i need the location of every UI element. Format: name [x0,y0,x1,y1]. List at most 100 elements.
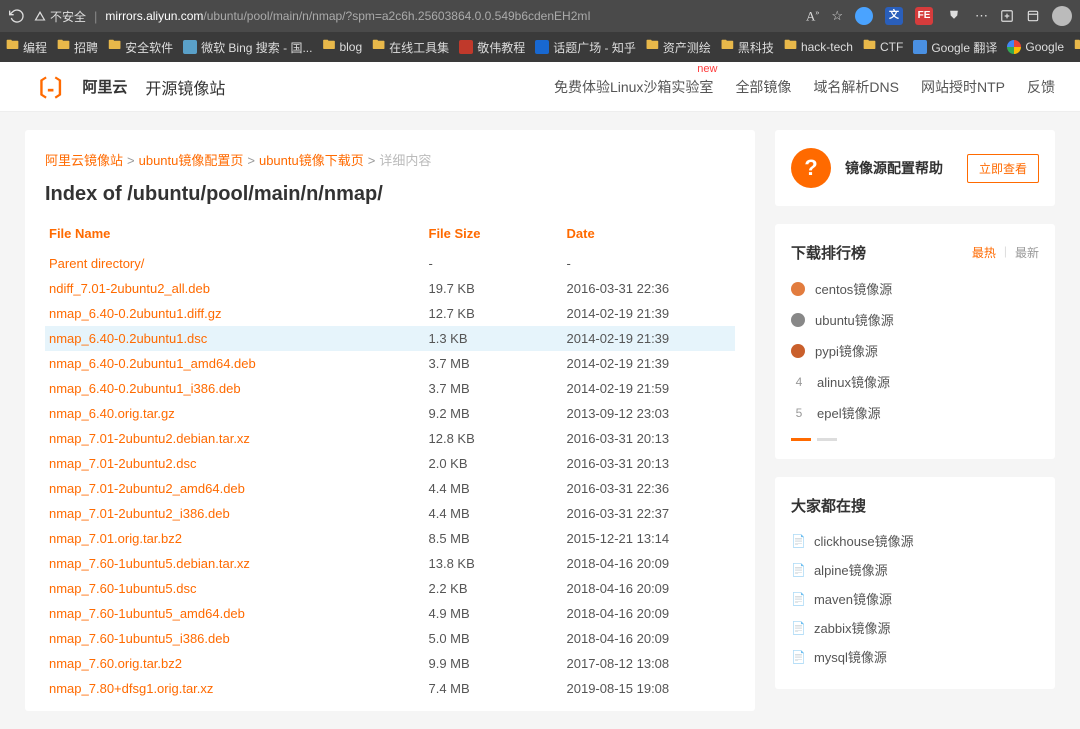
bookmark-item[interactable]: 微软 Bing 搜索 - 国... [183,39,312,56]
favorite-icon[interactable]: ☆ [831,8,843,24]
file-link[interactable]: nmap_7.60-1ubuntu5_amd64.deb [49,606,245,621]
nav-item-0[interactable]: 免费体验Linux沙箱实验室new [554,77,713,97]
ext-blue-dot[interactable] [855,7,873,25]
popular-item[interactable]: 📄maven镜像源 [791,584,1039,613]
file-link[interactable]: nmap_7.01-2ubuntu2.debian.tar.xz [49,431,250,446]
rank-item[interactable]: 4alinux镜像源 [791,366,1039,397]
file-size: 9.2 MB [425,401,563,426]
file-link[interactable]: nmap_7.60-1ubuntu5_i386.deb [49,631,230,646]
bookmark-item[interactable]: Google 翻译 [913,39,997,56]
bookmark-item[interactable]: 敬伟教程 [459,39,525,56]
bookmark-item[interactable]: 🖿资产测绘 [646,36,711,58]
bookmark-item[interactable]: 🖿编程 [6,36,47,58]
file-link[interactable]: nmap_7.80+dfsg1.orig.tar.xz [49,681,213,696]
collections-icon[interactable] [1026,9,1040,23]
rank-title: 下载排行榜 [791,242,866,263]
rank-item[interactable]: pypi镜像源 [791,335,1039,366]
file-link[interactable]: ndiff_7.01-2ubuntu2_all.deb [49,281,210,296]
reload-icon[interactable] [8,7,26,25]
ext-fe[interactable]: FE [915,7,933,25]
bookmark-item[interactable]: 🖿安全软件 [108,36,173,58]
rank-item[interactable]: ubuntu镜像源 [791,304,1039,335]
bookmark-item[interactable]: 🖿招聘 [57,36,98,58]
file-date: - [563,251,736,276]
doc-icon: 📄 [791,563,806,577]
col-name[interactable]: File Name [45,220,425,251]
file-link[interactable]: nmap_7.01-2ubuntu2_i386.deb [49,506,230,521]
pager-dot-1[interactable] [791,438,811,441]
file-link[interactable]: nmap_7.60-1ubuntu5.debian.tar.xz [49,556,250,571]
file-date: 2018-04-16 20:09 [563,576,736,601]
file-link[interactable]: nmap_7.60.orig.tar.bz2 [49,656,182,671]
rank-tabs: 最热 | 最新 [972,244,1039,261]
site-title[interactable]: 开源镜像站 [145,75,225,99]
tab-hot[interactable]: 最热 [972,244,996,261]
bookmark-item[interactable]: 🖿hack-tech [784,36,853,58]
file-listing-body: Parent directory/ -- ndiff_7.01-2ubuntu2_a… [45,251,735,701]
popular-label: zabbix镜像源 [814,618,891,637]
file-size: - [425,251,563,276]
bookmark-item[interactable]: Google [1007,40,1064,54]
file-link[interactable]: nmap_7.01-2ubuntu2.dsc [49,456,196,471]
file-link[interactable]: nmap_7.01.orig.tar.bz2 [49,531,182,546]
tab-new[interactable]: 最新 [1015,244,1039,261]
bookmark-item[interactable]: 🖿黑科技 [721,36,774,58]
col-size[interactable]: File Size [425,220,563,251]
file-link[interactable]: nmap_6.40-0.2ubuntu1.dsc [49,331,207,346]
popular-panel: 大家都在搜 📄clickhouse镜像源📄alpine镜像源📄maven镜像源📄… [775,477,1055,689]
table-row: nmap_7.01-2ubuntu2.debian.tar.xz12.8 KB2… [45,426,735,451]
ext-shield[interactable]: ⛊ [945,7,963,25]
file-date: 2014-02-19 21:39 [563,351,736,376]
popular-item[interactable]: 📄alpine镜像源 [791,555,1039,584]
popular-item[interactable]: 📄mysql镜像源 [791,642,1039,671]
file-link[interactable]: nmap_6.40.orig.tar.gz [49,406,175,421]
reader-icon[interactable]: A» [806,8,819,24]
file-link[interactable]: nmap_7.01-2ubuntu2_amd64.deb [49,481,245,496]
table-row: Parent directory/ -- [45,251,735,276]
nav-item-2[interactable]: 域名解析DNS [813,77,899,97]
ext-more[interactable]: ⋯ [975,8,988,24]
file-link[interactable]: nmap_6.40-0.2ubuntu1_amd64.deb [49,356,256,371]
pager-dot-2[interactable] [817,438,837,441]
col-date[interactable]: Date [563,220,736,251]
bookmark-item[interactable]: 🖿blog [322,36,362,58]
nav-item-1[interactable]: 全部镜像 [735,77,791,97]
file-link[interactable]: nmap_6.40-0.2ubuntu1.diff.gz [49,306,222,321]
bookmark-item[interactable]: 话题广场 - 知乎 [535,39,636,56]
file-link[interactable]: nmap_7.60-1ubuntu5.dsc [49,581,196,596]
file-date: 2017-08-12 13:08 [563,651,736,676]
rank-item[interactable]: 5epel镜像源 [791,397,1039,428]
logo[interactable]: 〔-〕 阿里云 [25,71,127,103]
folder-icon: 🖿 [6,36,19,58]
ext-plus-icon[interactable] [1000,9,1014,23]
insecure-indicator[interactable]: 不安全 [34,8,86,25]
url-display[interactable]: mirrors.aliyun.com/ubuntu/pool/main/n/nm… [105,9,798,23]
breadcrumb-link[interactable]: 阿里云镜像站 [45,153,123,168]
file-link[interactable]: nmap_6.40-0.2ubuntu1_i386.deb [49,381,241,396]
header-nav: 免费体验Linux沙箱实验室new 全部镜像 域名解析DNS 网站授时NTP 反馈 [554,77,1055,97]
bookmark-item[interactable]: 🖿国外站 [1074,36,1080,58]
table-row: nmap_6.40-0.2ubuntu1_i386.deb3.7 MB2014-… [45,376,735,401]
nav-item-3[interactable]: 网站授时NTP [921,77,1005,97]
file-size: 9.9 MB [425,651,563,676]
help-view-button[interactable]: 立即查看 [967,154,1039,183]
ext-translate[interactable]: 文 [885,7,903,25]
breadcrumb-link[interactable]: ubuntu镜像下载页 [259,153,364,168]
ubuntu-icon [791,313,805,327]
popular-item[interactable]: 📄clickhouse镜像源 [791,526,1039,555]
file-size: 3.7 MB [425,376,563,401]
rank-number: 5 [791,406,807,420]
favicon-google [1007,40,1021,54]
rank-item[interactable]: centos镜像源 [791,273,1039,304]
file-date: 2018-04-16 20:09 [563,626,736,651]
bookmark-item[interactable]: 🖿在线工具集 [372,36,449,58]
doc-icon: 📄 [791,621,806,635]
popular-item[interactable]: 📄 zabbix镜像源 [791,613,1039,642]
file-date: 2014-02-19 21:39 [563,326,736,351]
file-link[interactable]: Parent directory/ [49,256,144,271]
profile-avatar[interactable] [1052,6,1072,26]
file-size: 4.4 MB [425,501,563,526]
bookmark-item[interactable]: 🖿CTF [863,36,903,58]
breadcrumb-link[interactable]: ubuntu镜像配置页 [139,153,244,168]
nav-item-4[interactable]: 反馈 [1027,77,1055,97]
